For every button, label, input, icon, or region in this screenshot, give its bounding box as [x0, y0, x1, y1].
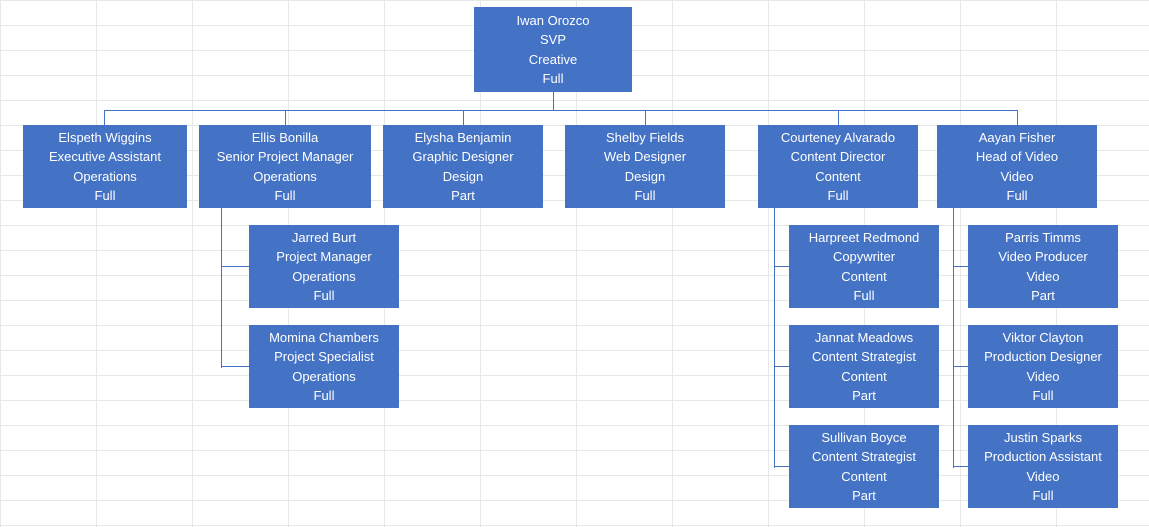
node-emp: Full	[27, 186, 183, 206]
connector	[221, 266, 249, 267]
node-dept: Content	[793, 267, 935, 287]
org-node-f2[interactable]: Viktor Clayton Production Designer Video…	[968, 325, 1118, 408]
connector	[221, 208, 222, 368]
node-dept: Video	[972, 367, 1114, 387]
node-emp: Full	[253, 286, 395, 306]
node-title: Production Assistant	[972, 447, 1114, 467]
connector	[774, 208, 775, 468]
node-emp: Full	[941, 186, 1093, 206]
node-name: Elysha Benjamin	[387, 128, 539, 148]
node-emp: Full	[478, 69, 628, 89]
connector	[953, 366, 968, 367]
org-node-b1[interactable]: Jarred Burt Project Manager Operations F…	[249, 225, 399, 308]
node-name: Courteney Alvarado	[762, 128, 914, 148]
connector	[221, 366, 249, 367]
node-dept: Creative	[478, 50, 628, 70]
node-name: Elspeth Wiggins	[27, 128, 183, 148]
node-dept: Design	[569, 167, 721, 187]
node-title: Production Designer	[972, 347, 1114, 367]
connector	[838, 110, 839, 125]
node-name: Justin Sparks	[972, 428, 1114, 448]
node-title: Content Strategist	[793, 447, 935, 467]
org-node-e1[interactable]: Harpreet Redmond Copywriter Content Full	[789, 225, 939, 308]
connector	[953, 208, 954, 468]
node-title: Project Manager	[253, 247, 395, 267]
org-node-e[interactable]: Courteney Alvarado Content Director Cont…	[758, 125, 918, 208]
org-node-e2[interactable]: Jannat Meadows Content Strategist Conten…	[789, 325, 939, 408]
connector	[953, 466, 968, 467]
node-emp: Full	[972, 386, 1114, 406]
node-name: Iwan Orozco	[478, 11, 628, 31]
node-dept: Video	[941, 167, 1093, 187]
org-node-b[interactable]: Ellis Bonilla Senior Project Manager Ope…	[199, 125, 371, 208]
node-emp: Full	[569, 186, 721, 206]
node-title: Video Producer	[972, 247, 1114, 267]
node-dept: Content	[762, 167, 914, 187]
node-dept: Operations	[253, 267, 395, 287]
node-name: Shelby Fields	[569, 128, 721, 148]
node-title: Web Designer	[569, 147, 721, 167]
node-name: Jarred Burt	[253, 228, 395, 248]
org-node-f1[interactable]: Parris Timms Video Producer Video Part	[968, 225, 1118, 308]
connector	[553, 92, 554, 110]
node-title: Head of Video	[941, 147, 1093, 167]
node-title: Executive Assistant	[27, 147, 183, 167]
node-name: Momina Chambers	[253, 328, 395, 348]
node-dept: Video	[972, 467, 1114, 487]
node-emp: Part	[972, 286, 1114, 306]
node-name: Viktor Clayton	[972, 328, 1114, 348]
org-node-d[interactable]: Shelby Fields Web Designer Design Full	[565, 125, 725, 208]
node-name: Aayan Fisher	[941, 128, 1093, 148]
connector	[285, 110, 286, 125]
node-emp: Full	[203, 186, 367, 206]
connector	[104, 110, 105, 125]
node-dept: Operations	[253, 367, 395, 387]
node-emp: Part	[793, 486, 935, 506]
node-dept: Content	[793, 367, 935, 387]
org-node-a[interactable]: Elspeth Wiggins Executive Assistant Oper…	[23, 125, 187, 208]
node-name: Sullivan Boyce	[793, 428, 935, 448]
node-dept: Design	[387, 167, 539, 187]
node-title: Senior Project Manager	[203, 147, 367, 167]
org-node-e3[interactable]: Sullivan Boyce Content Strategist Conten…	[789, 425, 939, 508]
connector	[104, 110, 1017, 111]
node-title: Graphic Designer	[387, 147, 539, 167]
connector	[463, 110, 464, 125]
node-name: Harpreet Redmond	[793, 228, 935, 248]
node-emp: Part	[387, 186, 539, 206]
connector	[774, 266, 789, 267]
org-node-c[interactable]: Elysha Benjamin Graphic Designer Design …	[383, 125, 543, 208]
org-node-f[interactable]: Aayan Fisher Head of Video Video Full	[937, 125, 1097, 208]
node-title: Copywriter	[793, 247, 935, 267]
connector	[1017, 110, 1018, 125]
node-dept: Operations	[203, 167, 367, 187]
node-dept: Operations	[27, 167, 183, 187]
org-node-root[interactable]: Iwan Orozco SVP Creative Full	[474, 7, 632, 92]
connector	[645, 110, 646, 125]
node-dept: Video	[972, 267, 1114, 287]
node-name: Parris Timms	[972, 228, 1114, 248]
node-title: Project Specialist	[253, 347, 395, 367]
node-name: Ellis Bonilla	[203, 128, 367, 148]
connector	[774, 366, 789, 367]
node-emp: Full	[253, 386, 395, 406]
node-emp: Full	[972, 486, 1114, 506]
node-emp: Full	[793, 286, 935, 306]
node-name: Jannat Meadows	[793, 328, 935, 348]
connector	[953, 266, 968, 267]
node-emp: Part	[793, 386, 935, 406]
node-title: Content Strategist	[793, 347, 935, 367]
node-title: SVP	[478, 30, 628, 50]
node-dept: Content	[793, 467, 935, 487]
org-node-f3[interactable]: Justin Sparks Production Assistant Video…	[968, 425, 1118, 508]
connector	[774, 466, 789, 467]
node-title: Content Director	[762, 147, 914, 167]
node-emp: Full	[762, 186, 914, 206]
org-node-b2[interactable]: Momina Chambers Project Specialist Opera…	[249, 325, 399, 408]
